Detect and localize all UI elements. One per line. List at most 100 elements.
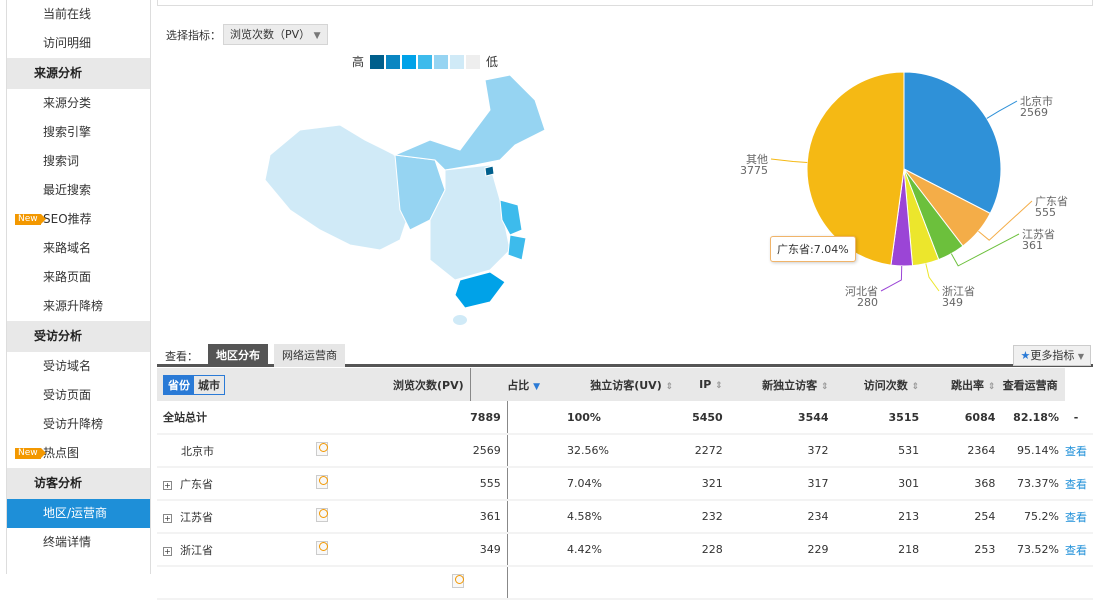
pie-label-line: [770, 158, 808, 163]
metric-dropdown[interactable]: 浏览次数（PV） ▼: [223, 24, 328, 45]
legend-swatch: [434, 54, 449, 69]
pie-label-value: 2569: [1020, 106, 1048, 119]
view-isp-link[interactable]: 查看: [1065, 467, 1093, 501]
sidebar-item[interactable]: 受访域名: [7, 352, 150, 381]
sort-icon: ⇕: [821, 381, 829, 392]
toggle-city[interactable]: 城市: [194, 376, 224, 394]
sidebar-item-label: 最近搜索: [43, 183, 92, 197]
map-region-west[interactable]: [264, 124, 411, 251]
col-bounce[interactable]: 跳出率 ⇕: [925, 368, 1002, 401]
sidebar-item-label: 来路域名: [43, 241, 92, 255]
tab-isp[interactable]: 网络运营商: [274, 344, 345, 367]
sidebar-item[interactable]: 受访升降榜: [7, 410, 150, 439]
expand-icon[interactable]: +: [163, 480, 172, 490]
cell-pv: 555: [470, 467, 508, 501]
cell-bounce: 73.37%: [1001, 467, 1065, 501]
col-uv[interactable]: 独立访客(UV) ⇕: [563, 368, 680, 401]
sidebar-item[interactable]: 来源升降榜: [7, 292, 150, 321]
table-total-row: 全站总计 7889 100% 5450 3544 3515 6084 82.18% -: [157, 401, 1093, 435]
trend-icon[interactable]: [316, 541, 329, 555]
legend-swatch: [418, 54, 433, 69]
sidebar-item[interactable]: 最近搜索: [7, 176, 150, 205]
cell-bounce: 95.14%: [1001, 434, 1065, 468]
sidebar-item-label: 来源分析: [34, 66, 83, 80]
cell-pv: 7889: [470, 401, 508, 435]
cell-ip: 372: [728, 434, 835, 468]
new-badge: New: [15, 214, 46, 225]
metric-label: 选择指标：: [166, 28, 221, 42]
col-visits[interactable]: 访问次数 ⇕: [834, 368, 926, 401]
sidebar-section-header: 来源分析: [7, 58, 150, 89]
tab-region[interactable]: 地区分布: [208, 344, 268, 367]
more-metrics-button[interactable]: ★更多指标 ▼: [1013, 345, 1091, 366]
cell-visits: 253: [925, 533, 1002, 567]
sort-icon: ⇕: [987, 381, 996, 392]
sidebar-item-label: 终端详情: [43, 535, 92, 549]
cell-nuv: 531: [834, 434, 926, 468]
sidebar-item[interactable]: 来路域名: [7, 234, 150, 263]
cell-ip: 234: [728, 500, 835, 534]
sidebar-item[interactable]: 来路页面: [7, 263, 150, 292]
sidebar-item[interactable]: 搜索词: [7, 147, 150, 176]
sidebar-item[interactable]: 终端详情: [7, 528, 150, 557]
cell-visits: 368: [925, 467, 1002, 501]
pie-label-line: [880, 265, 903, 292]
expand-icon[interactable]: +: [163, 513, 172, 523]
view-isp-link[interactable]: 查看: [1065, 500, 1093, 534]
cell-ip: 317: [728, 467, 835, 501]
map-region-north[interactable]: [393, 74, 546, 171]
expand-icon[interactable]: +: [163, 546, 172, 556]
legend-low: 低: [486, 55, 499, 69]
china-map[interactable]: [260, 70, 550, 330]
cell-pct: 32.56%: [563, 434, 680, 468]
cell-uv: 2272: [679, 434, 729, 468]
view-isp-link[interactable]: 查看: [1065, 533, 1093, 567]
col-pv-label: 浏览次数(PV): [393, 378, 464, 392]
trend-icon[interactable]: [452, 574, 465, 588]
sidebar-item-label: 受访分析: [34, 329, 83, 343]
legend-high: 高: [352, 55, 365, 69]
sidebar-item[interactable]: 当前在线: [7, 0, 150, 29]
region-table: 省份 城市 浏览次数(PV) 占比 ▼ 独立访客(UV) ⇕ IP ⇕ 新独立访客…: [157, 368, 1093, 600]
sidebar-item[interactable]: 搜索引擎: [7, 118, 150, 147]
sidebar-item-label: 来源升降榜: [43, 299, 104, 313]
sidebar-item[interactable]: 访问明细: [7, 29, 150, 58]
legend-swatch: [466, 54, 481, 69]
sidebar-item-label: SEO推荐: [43, 212, 92, 226]
map-region-beijing[interactable]: [484, 165, 495, 177]
sidebar: 当前在线 访问明细来源分析来源分类 搜索引擎 搜索词最近搜索 New SEO推荐来路域名来…: [6, 0, 151, 574]
cell-bounce: 73.52%: [1001, 533, 1065, 567]
col-pv[interactable]: 浏览次数(PV): [316, 368, 471, 401]
sidebar-item-label: 来路页面: [43, 270, 92, 284]
region-name: 江苏省: [180, 510, 213, 524]
view-isp-link[interactable]: 查看: [1065, 434, 1093, 468]
sidebar-item-label: 热点图: [43, 446, 80, 460]
sidebar-section-header: 受访分析: [7, 321, 150, 352]
toggle-province[interactable]: 省份: [164, 375, 194, 394]
trend-icon[interactable]: [316, 508, 329, 522]
sidebar-item[interactable]: 来源分类: [7, 89, 150, 118]
cell-uv: 232: [679, 500, 729, 534]
sidebar-item-label: 地区/运营商: [43, 506, 108, 520]
map-region-hainan[interactable]: [453, 315, 467, 325]
sidebar-section-header: 访客分析: [7, 468, 150, 499]
trend-icon[interactable]: [316, 442, 329, 456]
sidebar-item[interactable]: New SEO推荐: [7, 205, 150, 234]
col-ip[interactable]: IP ⇕: [679, 368, 729, 401]
sort-icon: ⇕: [665, 381, 674, 392]
col-new-uv-label: 新独立访客: [762, 378, 818, 392]
map-legend: 高 低: [352, 53, 498, 70]
col-pct[interactable]: 占比 ▼: [507, 368, 564, 401]
sidebar-item[interactable]: 受访页面: [7, 381, 150, 410]
province-city-toggle[interactable]: 省份 城市: [163, 374, 225, 395]
col-pct-label: 占比: [507, 378, 530, 392]
trend-icon[interactable]: [316, 475, 329, 489]
col-isp: 查看运营商: [1001, 368, 1065, 401]
pie-label-value: 3775: [740, 164, 768, 177]
map-region-zhejiang[interactable]: [507, 234, 527, 261]
sidebar-item[interactable]: 地区/运营商: [7, 499, 150, 528]
sidebar-item[interactable]: New 热点图: [7, 439, 150, 468]
col-new-uv[interactable]: 新独立访客 ⇕: [728, 368, 835, 401]
pie-label-line: [986, 100, 1018, 119]
cell-uv: 228: [679, 533, 729, 567]
